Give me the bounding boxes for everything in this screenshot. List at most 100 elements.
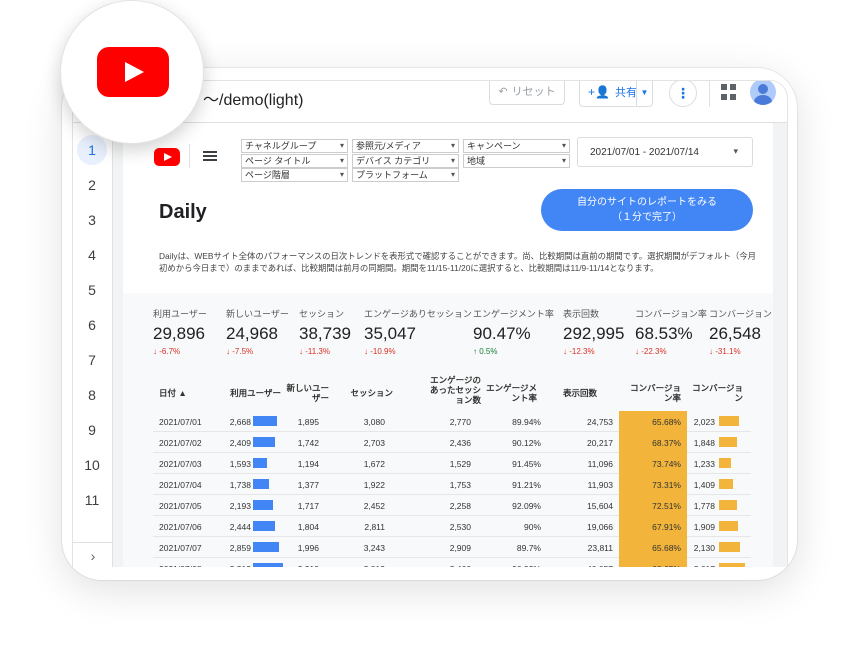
table-cell: 91.45% — [512, 459, 541, 469]
kpi-delta-value: -6.7% — [159, 347, 181, 356]
filter-dropdown[interactable]: キャンペーン — [463, 139, 570, 153]
menu-icon[interactable] — [203, 151, 217, 161]
kpi-label: 新しいユーザー — [226, 309, 289, 319]
table-cell: 1,529 — [449, 459, 471, 469]
table-row[interactable]: 2021/07/06 2,444 1,804 2,811 2,530 90% 19,066 6… — [153, 516, 751, 537]
table-cell: 73.31% — [652, 480, 681, 490]
table-cell: 2021/07/06 — [159, 522, 202, 532]
share-button[interactable]: +👤 共有 ▼ — [579, 81, 653, 107]
more-vert-icon[interactable]: ⋮ — [669, 81, 697, 107]
table-cell: 1,672 — [363, 459, 385, 469]
table-cell: 1,922 — [363, 480, 385, 490]
sidebar-page-3[interactable]: 3 — [77, 205, 107, 235]
date-range-picker[interactable]: 2021/07/01 - 2021/07/14 — [577, 137, 753, 167]
conversion-bar — [719, 416, 739, 426]
filter-dropdown[interactable]: 地域 — [463, 154, 570, 168]
conversion-bar — [719, 542, 740, 552]
table-row[interactable]: 2021/07/02 2,409 1,742 2,703 2,436 90.12% 20,2… — [153, 432, 751, 453]
table-cell: 1,804 — [297, 522, 319, 532]
view-my-site-report-button[interactable]: 自分のサイトのレポートをみる （１分で完了） — [541, 189, 753, 231]
table-cell: 2021/07/04 — [159, 480, 202, 490]
table-cell: 2021/07/08 — [159, 564, 202, 567]
table-row[interactable]: 2021/07/05 2,193 1,717 2,452 2,258 92.09% 15,6… — [153, 495, 751, 516]
table-row[interactable]: 2021/07/01 2,668 1,895 3,080 2,770 89.94% 24,7… — [153, 411, 751, 432]
table-header-cell[interactable]: エンゲージの あったセッシ ョン数 — [415, 375, 481, 405]
filter-dropdown[interactable]: 参照元/メディア — [352, 139, 459, 153]
sidebar-page-6[interactable]: 6 — [77, 310, 107, 340]
kpi-scorecard: エンゲージありセッション 35,047 ↓ -10.9% — [364, 307, 472, 356]
table-row[interactable]: 2021/07/07 2,859 1,996 3,243 2,909 89.7% 23,81… — [153, 537, 751, 558]
users-bar — [253, 479, 269, 489]
table-cell: 68.37% — [652, 438, 681, 448]
kpi-delta: ↓ -31.1% — [709, 347, 772, 356]
filter-dropdown[interactable]: チャネルグループ — [241, 139, 348, 153]
table-header-cell[interactable]: エンゲージメ ント率 — [481, 383, 537, 403]
table-cell: 2,444 — [229, 522, 251, 532]
users-bar — [253, 563, 283, 567]
table-header-cell[interactable]: セッション — [345, 388, 393, 398]
table-cell: 2,258 — [449, 501, 471, 511]
kpi-delta: ↑ 0.5% — [473, 347, 554, 356]
table-cell: 23,811 — [587, 543, 613, 553]
table-header-cell[interactable]: 新しいユー ザー — [279, 383, 329, 403]
table-cell: 2021/07/01 — [159, 417, 202, 427]
sidebar-page-1[interactable]: 1 — [77, 135, 107, 165]
sidebar-page-2[interactable]: 2 — [77, 170, 107, 200]
conversion-bar — [719, 521, 738, 531]
table-cell: 89.7% — [516, 543, 541, 553]
sidebar-page-9[interactable]: 9 — [77, 415, 107, 445]
table-cell: 1,194 — [297, 459, 319, 469]
sidebar-page-4[interactable]: 4 — [77, 240, 107, 270]
sidebar-page-5[interactable]: 5 — [77, 275, 107, 305]
table-cell: 90% — [523, 522, 541, 532]
users-bar — [253, 542, 279, 552]
table-cell: 1,593 — [229, 459, 251, 469]
kpi-value: 35,047 — [364, 324, 416, 343]
reset-button[interactable]: ↶ リセット — [489, 81, 565, 105]
table-row[interactable]: 2021/07/03 1,593 1,194 1,672 1,529 91.45% 11,0… — [153, 453, 751, 474]
kpi-label: エンゲージメント率 — [473, 309, 554, 319]
table-cell: 1,717 — [297, 501, 319, 511]
chevron-right-icon[interactable]: › — [73, 542, 113, 567]
table-header-cell[interactable]: 表示回数 — [547, 388, 597, 398]
sidebar-page-10[interactable]: 10 — [77, 450, 107, 480]
table-header-cell[interactable]: コンバージョ ン — [683, 383, 743, 403]
report-path-title: 〜/demo(light) — [203, 92, 304, 109]
table-header-cell[interactable]: コンバージョ ン率 — [615, 383, 681, 403]
youtube-logo-icon — [154, 148, 180, 166]
apps-grid-icon[interactable] — [721, 84, 737, 100]
kpi-scorecard: 利用ユーザー 29,896 ↓ -6.7% — [153, 307, 207, 356]
users-bar — [253, 500, 273, 510]
kpi-value: 38,739 — [299, 324, 351, 343]
chevron-down-icon[interactable]: ▼ — [636, 81, 652, 106]
filter-dropdown[interactable]: デバイス カテゴリ — [352, 154, 459, 168]
table-cell: 1,848 — [693, 438, 715, 448]
table-row[interactable]: 2021/07/04 1,738 1,377 1,922 1,753 91.21% 11,9… — [153, 474, 751, 495]
sidebar-page-8[interactable]: 8 — [77, 380, 107, 410]
table-cell: 91.21% — [512, 480, 541, 490]
add-person-icon: +👤 — [588, 85, 610, 99]
filter-dropdown[interactable]: プラットフォーム — [352, 168, 459, 182]
filter-dropdown[interactable]: ページ階層 — [241, 168, 348, 182]
table-cell: 2,770 — [449, 417, 471, 427]
kpi-delta-value: -7.5% — [232, 347, 254, 356]
report-canvas: チャネルグループ参照元/メディアキャンペーンページ タイトルデバイス カテゴリ地… — [113, 123, 787, 567]
avatar-icon[interactable] — [750, 81, 776, 105]
table-header-cell[interactable]: 日付 ▲ — [159, 388, 199, 398]
table-cell: 1,377 — [297, 480, 319, 490]
kpi-label: セッション — [299, 309, 345, 319]
kpi-delta-value: -12.3% — [569, 347, 595, 356]
sidebar-page-11[interactable]: 11 — [77, 485, 107, 515]
filter-dropdown[interactable]: ページ タイトル — [241, 154, 348, 168]
conversion-bar — [719, 437, 737, 447]
table-cell: 1,909 — [693, 522, 715, 532]
kpi-delta-value: 0.5% — [479, 347, 498, 356]
table-row[interactable]: 2021/07/083,3132,3183,8123,46690.92%40,0… — [153, 558, 751, 567]
table-cell: 90.92% — [491, 564, 541, 567]
table-header-cell[interactable]: 利用ユーザー — [223, 388, 281, 398]
table-cell: 1,233 — [693, 459, 715, 469]
kpi-value: 29,896 — [153, 324, 205, 343]
report-description: Dailyは、WEBサイト全体のパフォーマンスの日次トレンドを表形式で確認するこ… — [159, 251, 756, 273]
kpi-value: 292,995 — [563, 324, 625, 343]
sidebar-page-7[interactable]: 7 — [77, 345, 107, 375]
